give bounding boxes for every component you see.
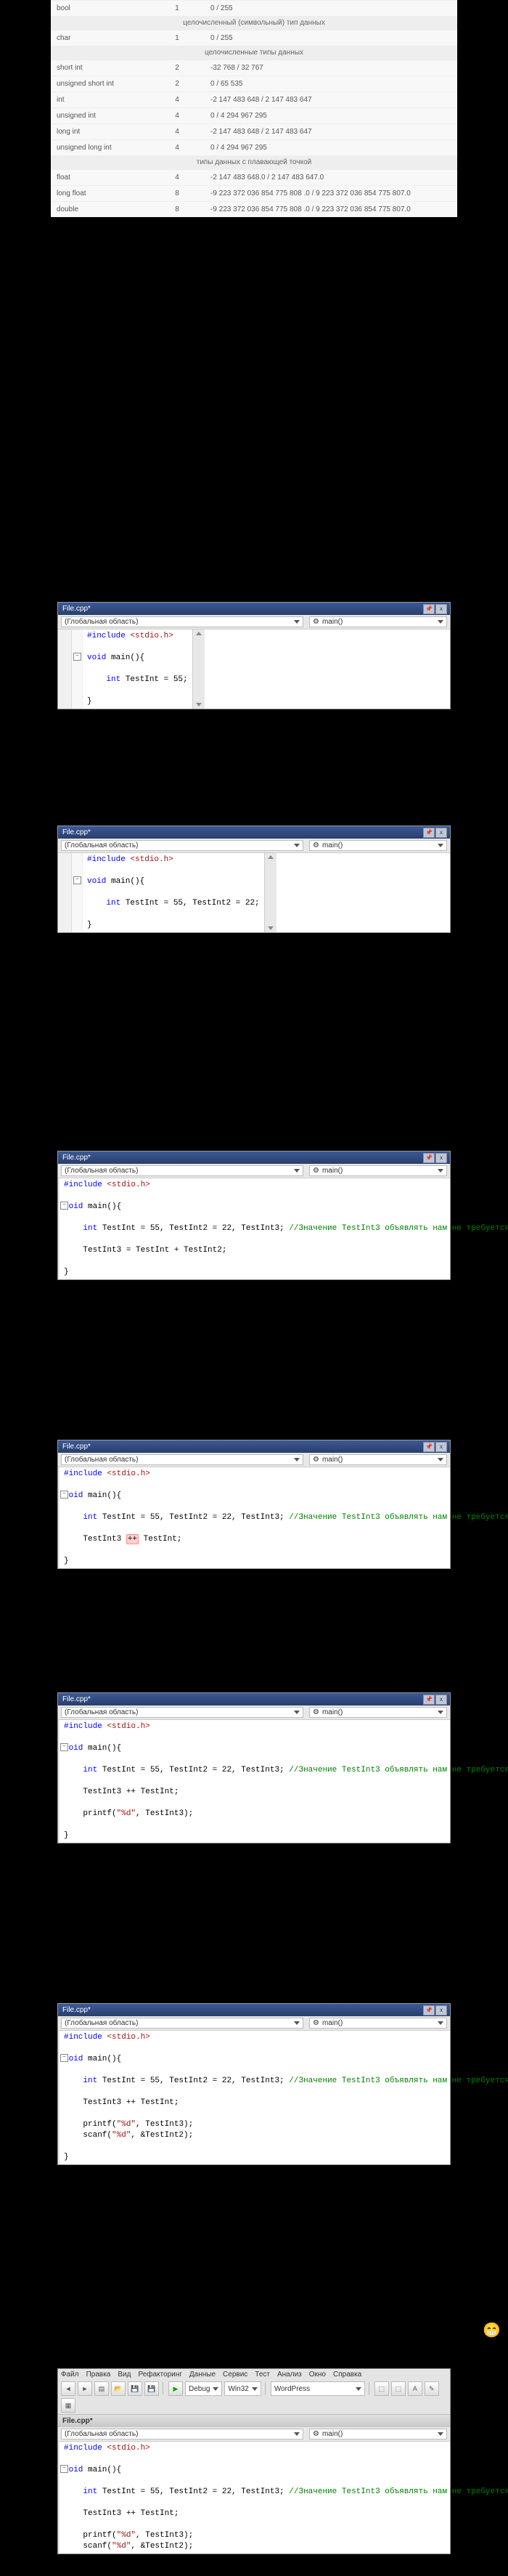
menu-view[interactable]: Вид bbox=[118, 2371, 131, 2379]
pin-icon[interactable]: 📌 bbox=[423, 1695, 435, 1705]
scope-dropdown-right[interactable]: ⚙ main() bbox=[309, 840, 447, 851]
saveall-icon[interactable]: 💾 bbox=[144, 2381, 159, 2396]
section-header: целочисленный (символьный) тип данных bbox=[51, 16, 457, 30]
emoji-icon: 😁 bbox=[483, 2321, 501, 2339]
ide-screenshot-4: File.cpp*📌x (Глобальная область)⚙ main()… bbox=[57, 1440, 451, 1569]
run-icon[interactable]: ▶ bbox=[168, 2381, 183, 2396]
menu-help[interactable]: Справка bbox=[333, 2371, 361, 2379]
toolbar-icon[interactable]: ▦ bbox=[61, 2398, 75, 2413]
type-range: 0 / 255 bbox=[205, 1, 457, 17]
close-icon[interactable]: x bbox=[435, 2005, 447, 2015]
pin-icon[interactable]: 📌 bbox=[423, 1442, 435, 1452]
code-editor[interactable]: − #include <stdio.h> void main(){ int Te… bbox=[58, 1720, 450, 1843]
chevron-down-icon bbox=[294, 620, 300, 624]
open-icon[interactable]: 📂 bbox=[111, 2381, 126, 2396]
toolbar-icon[interactable]: A bbox=[408, 2381, 422, 2396]
ide-screenshot-3: File.cpp*📌x (Глобальная область)⚙ main()… bbox=[57, 1151, 451, 1280]
fwd-icon[interactable]: ► bbox=[78, 2381, 92, 2396]
toolbar: ◄ ► ▤ 📂 💾 💾 ▶ Debug Win32 WordPress ⬚ ⬚ … bbox=[58, 2380, 450, 2414]
save-icon[interactable]: 💾 bbox=[128, 2381, 142, 2396]
toolbar-icon[interactable]: ✎ bbox=[425, 2381, 439, 2396]
fold-icon[interactable]: − bbox=[73, 653, 81, 661]
code-editor[interactable]: − #include <stdio.h> void main(){ int Te… bbox=[58, 853, 450, 932]
ide-screenshot-1: File.cpp* 📌x (Глобальная область) ⚙ main()… bbox=[57, 602, 451, 709]
menu-bar: Файл Правка Вид Рефакторинг Данные Серви… bbox=[58, 2369, 450, 2380]
menu-service[interactable]: Сервис bbox=[223, 2371, 247, 2379]
ide-screenshot-6: File.cpp*📌x (Глобальная область)⚙ main()… bbox=[57, 2003, 451, 2165]
code-editor[interactable]: − #include <stdio.h> void main(){ int Te… bbox=[58, 2031, 450, 2164]
pin-icon[interactable]: 📌 bbox=[423, 828, 435, 838]
platform-dropdown[interactable]: Win32 bbox=[224, 2381, 261, 2396]
browser-dropdown[interactable]: WordPress bbox=[271, 2381, 365, 2396]
ide-screenshot-full: Файл Правка Вид Рефакторинг Данные Серви… bbox=[57, 2368, 451, 2554]
config-dropdown[interactable]: Debug bbox=[185, 2381, 222, 2396]
scope-dropdown-right[interactable]: ⚙ main() bbox=[309, 616, 447, 627]
scrollbar-vertical[interactable] bbox=[192, 629, 205, 709]
toolbar-icon[interactable]: ⬚ bbox=[391, 2381, 406, 2396]
close-icon[interactable]: x bbox=[435, 1695, 447, 1705]
menu-edit[interactable]: Правка bbox=[86, 2371, 111, 2379]
menu-analysis[interactable]: Анализ bbox=[277, 2371, 302, 2379]
back-icon[interactable]: ◄ bbox=[61, 2381, 75, 2396]
ide-screenshot-2: File.cpp*📌x (Глобальная область)⚙ main()… bbox=[57, 826, 451, 933]
ide-screenshot-5: File.cpp*📌x (Глобальная область)⚙ main()… bbox=[57, 1692, 451, 1843]
toolbar-icon[interactable]: ⬚ bbox=[374, 2381, 389, 2396]
chevron-down-icon bbox=[438, 620, 443, 624]
code-editor[interactable]: − #include <stdio.h> void main(){ int Te… bbox=[58, 1178, 450, 1279]
close-icon[interactable]: x bbox=[435, 1442, 447, 1452]
section-header: целочисленные типы данных bbox=[51, 46, 457, 60]
type-size: 1 bbox=[149, 1, 205, 17]
type-name: bool bbox=[51, 1, 149, 17]
pin-icon[interactable]: 📌 bbox=[423, 604, 435, 614]
menu-data[interactable]: Данные bbox=[189, 2371, 216, 2379]
code-editor[interactable]: − #include <stdio.h> void main(){ int Te… bbox=[58, 1467, 450, 1568]
code-editor[interactable]: − #include <stdio.h> void main(){ int Te… bbox=[58, 2442, 450, 2553]
menu-test[interactable]: Тест bbox=[255, 2371, 270, 2379]
scrollbar-vertical[interactable] bbox=[264, 853, 276, 932]
close-icon[interactable]: x bbox=[435, 1153, 447, 1163]
menu-file[interactable]: Файл bbox=[61, 2371, 79, 2379]
close-icon[interactable]: x bbox=[435, 828, 447, 838]
menu-window[interactable]: Окно bbox=[309, 2371, 326, 2379]
scope-dropdown-left[interactable]: (Глобальная область) bbox=[61, 616, 303, 627]
code-editor[interactable]: − #include <stdio.h> void main(){ int Te… bbox=[58, 629, 450, 709]
pin-icon[interactable]: 📌 bbox=[423, 2005, 435, 2015]
types-table: bool10 / 255 целочисленный (символьный) … bbox=[51, 0, 457, 217]
section-header: типы данных с плавающей точкой bbox=[51, 155, 457, 170]
window-title: File.cpp* bbox=[62, 605, 91, 613]
menu-refactor[interactable]: Рефакторинг bbox=[138, 2371, 181, 2379]
pin-icon[interactable]: 📌 bbox=[423, 1153, 435, 1163]
close-icon[interactable]: x bbox=[435, 604, 447, 614]
new-icon[interactable]: ▤ bbox=[94, 2381, 109, 2396]
scope-dropdown-left[interactable]: (Глобальная область) bbox=[61, 840, 303, 851]
